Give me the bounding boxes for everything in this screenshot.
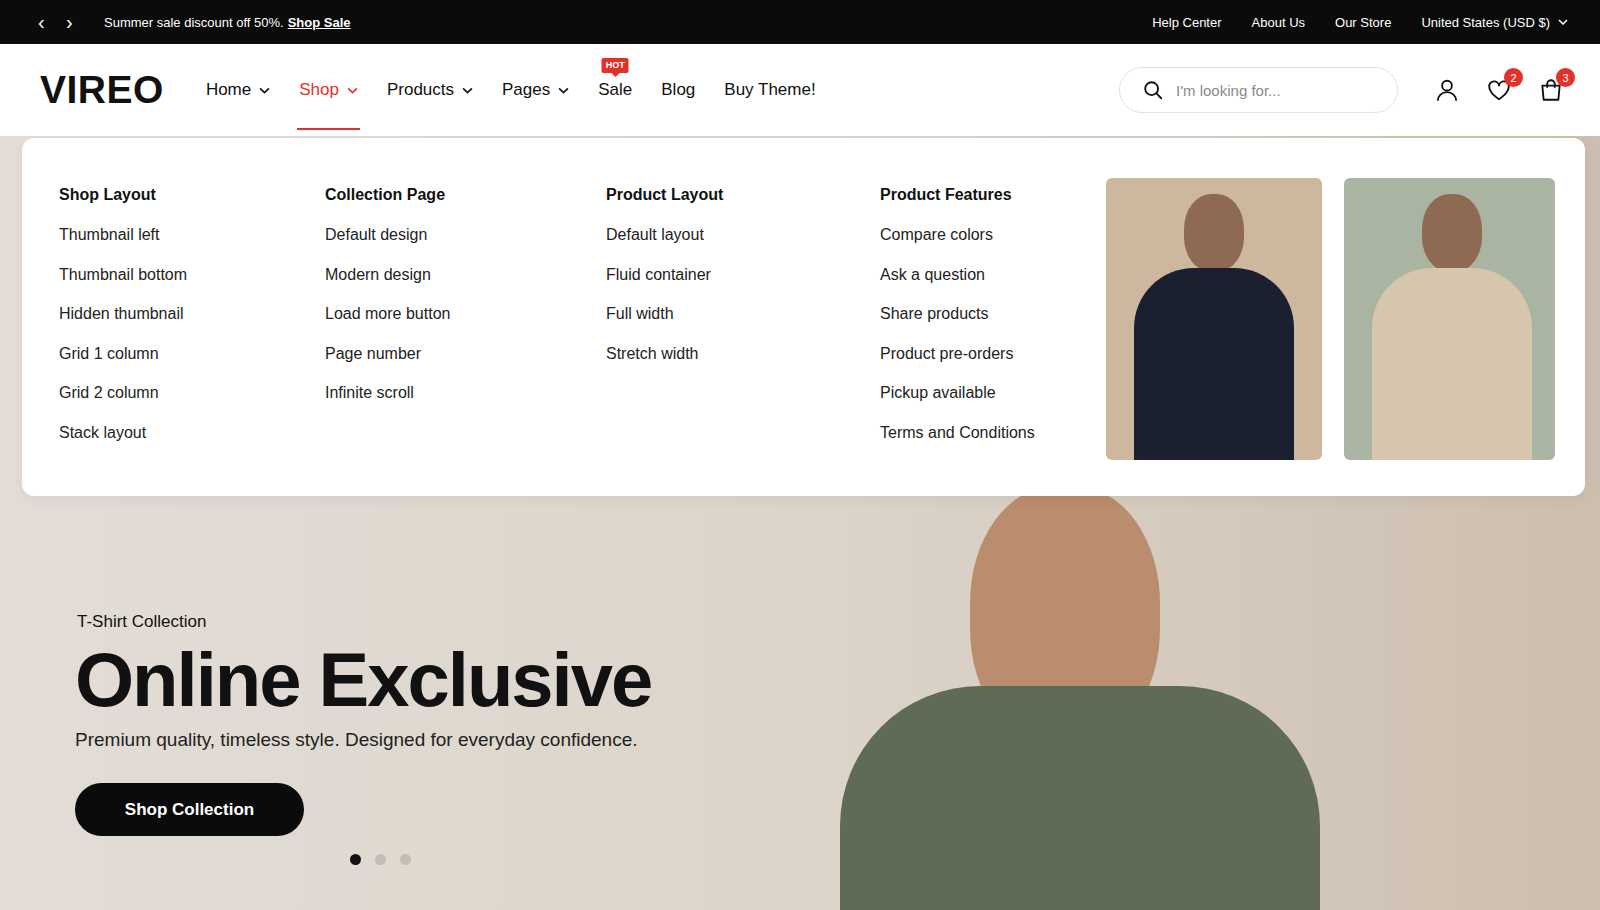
menu-column: Collection Page Default design Modern desi… [325,178,606,460]
hero-subtitle: Premium quality, timeless style. Designe… [75,729,638,751]
top-link[interactable]: About Us [1252,15,1305,30]
menu-item[interactable]: Default design [325,222,606,248]
cart-button[interactable]: 3 [1538,77,1564,103]
shop-sale-link[interactable]: Shop Sale [288,15,351,30]
hero-eyebrow: T-Shirt Collection [77,612,206,632]
menu-item[interactable]: Compare colors [880,222,1106,248]
menu-item[interactable]: Full width [606,301,880,327]
promo-photo[interactable] [1106,178,1322,460]
mega-menu: Shop Layout Thumbnail left Thumbnail botto… [22,138,1585,496]
nav-item[interactable]: Products [387,44,473,136]
menu-item[interactable]: Load more button [325,301,606,327]
slide-dot[interactable] [350,854,361,865]
menu-item[interactable]: Stretch width [606,341,880,367]
chevron-down-icon [462,87,473,94]
menu-item[interactable]: Terms and Conditions [880,420,1106,446]
wishlist-count: 2 [1504,68,1523,87]
prev-arrow[interactable]: ‹ [38,12,66,32]
hot-badge: HOT [602,58,629,73]
top-link[interactable]: Help Center [1152,15,1221,30]
menu-item[interactable]: Fluid container [606,262,880,288]
nav-item[interactable]: Home [206,44,270,136]
menu-item[interactable]: Hidden thumbnail [59,301,325,327]
menu-item[interactable]: Page number [325,341,606,367]
menu-item[interactable]: Share products [880,301,1106,327]
cart-count: 3 [1556,68,1575,87]
shop-collection-button[interactable]: Shop Collection [75,783,304,836]
currency-selector[interactable]: United States (USD $) [1421,15,1568,30]
next-arrow[interactable]: › [66,12,94,32]
search-icon [1142,79,1164,101]
logo[interactable]: VIREO [40,68,164,112]
nav-item[interactable]: Buy Theme! [724,44,815,136]
menu-item[interactable]: Default layout [606,222,880,248]
hero-title: Online Exclusive [75,636,651,723]
chevron-down-icon [347,87,358,94]
promo-photo[interactable] [1344,178,1555,460]
menu-item[interactable]: Ask a question [880,262,1106,288]
header: VIREO Home Shop Products Pages SaleHOT Blog Buy… [0,44,1600,136]
active-underline [297,128,360,130]
chevron-down-icon [259,87,270,94]
announcement-text: Summer sale discount off 50%. [104,15,284,30]
wishlist-button[interactable]: 2 [1486,77,1512,103]
menu-column-title: Product Features [880,182,1106,208]
menu-item[interactable]: Infinite scroll [325,380,606,406]
user-icon [1434,77,1460,103]
announcement-bar: ‹› Summer sale discount off 50%. Shop Sale… [0,0,1600,44]
hero-photo [820,486,1380,910]
menu-column-title: Product Layout [606,182,880,208]
menu-item[interactable]: Thumbnail bottom [59,262,325,288]
main-nav: Home Shop Products Pages SaleHOT Blog Buy Them… [206,44,816,136]
nav-item[interactable]: Pages [502,44,569,136]
menu-item[interactable]: Grid 2 column [59,380,325,406]
nav-item[interactable]: Blog [661,44,695,136]
search-field[interactable]: I'm looking for... [1119,67,1398,113]
menu-column-title: Collection Page [325,182,606,208]
menu-item[interactable]: Pickup available [880,380,1106,406]
menu-column: Shop Layout Thumbnail left Thumbnail botto… [59,178,325,460]
account-button[interactable] [1434,77,1460,103]
menu-column-title: Shop Layout [59,182,325,208]
slide-dot[interactable] [375,854,386,865]
page: ‹› Summer sale discount off 50%. Shop Sale… [0,0,1600,910]
chevron-down-icon [1558,19,1568,25]
hero-banner: T-Shirt Collection Online Exclusive Premiu… [0,136,1600,910]
slide-dots [75,854,685,865]
menu-column: Product Layout Default layout Fluid contai… [606,178,880,460]
chevron-down-icon [558,87,569,94]
search-placeholder: I'm looking for... [1176,82,1281,99]
menu-item[interactable]: Stack layout [59,420,325,446]
menu-item[interactable]: Grid 1 column [59,341,325,367]
menu-item[interactable]: Thumbnail left [59,222,325,248]
slide-dot[interactable] [400,854,411,865]
menu-item[interactable]: Modern design [325,262,606,288]
nav-item[interactable]: Shop [299,44,358,136]
top-link[interactable]: Our Store [1335,15,1391,30]
nav-item[interactable]: SaleHOT [598,44,632,136]
menu-item[interactable]: Product pre-orders [880,341,1106,367]
menu-column: Product Features Compare colors Ask a ques… [880,178,1106,460]
